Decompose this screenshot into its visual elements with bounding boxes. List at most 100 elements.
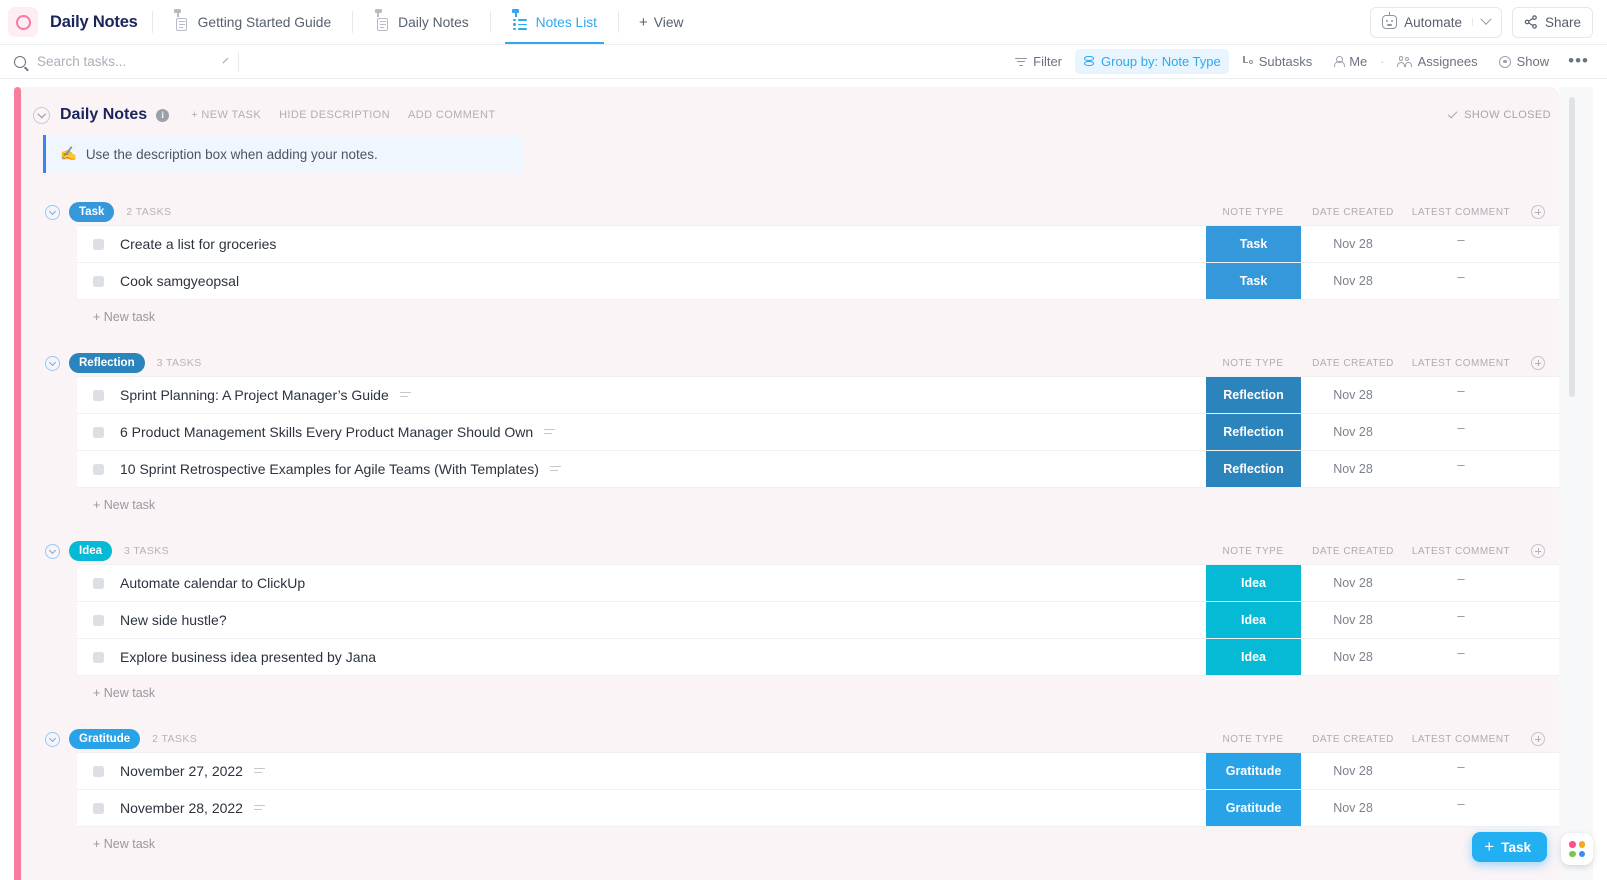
collapse-group-icon[interactable] — [45, 544, 60, 559]
automate-button[interactable]: Automate — [1370, 7, 1502, 38]
column-header-note-type[interactable]: NOTE TYPE — [1205, 734, 1301, 745]
create-task-fab[interactable]: + Task — [1472, 832, 1547, 862]
column-header-latest-comment[interactable]: LATEST COMMENT — [1405, 358, 1517, 369]
table-row[interactable]: Sprint Planning: A Project Manager’s Gui… — [77, 377, 1559, 414]
cell-date-created[interactable]: Nov 28 — [1301, 639, 1405, 675]
tab-getting-started-guide[interactable]: Getting Started Guide — [167, 0, 338, 44]
cell-date-created[interactable]: Nov 28 — [1301, 753, 1405, 789]
cell-note-type[interactable]: Reflection — [1205, 377, 1301, 413]
assignees-button[interactable]: Assignees — [1390, 49, 1486, 74]
task-name[interactable]: 6 Product Management Skills Every Produc… — [120, 424, 533, 440]
task-name[interactable]: Explore business idea presented by Jana — [120, 649, 376, 665]
add-column-icon[interactable] — [1531, 732, 1545, 746]
apps-grid-icon[interactable] — [1561, 833, 1593, 865]
info-icon[interactable]: i — [156, 109, 169, 122]
cell-date-created[interactable]: Nov 28 — [1301, 377, 1405, 413]
task-status-checkbox[interactable] — [93, 615, 104, 626]
task-name[interactable]: Cook samgyeopsal — [120, 273, 239, 289]
cell-note-type[interactable]: Reflection — [1205, 451, 1301, 487]
task-status-checkbox[interactable] — [93, 427, 104, 438]
task-name[interactable]: November 27, 2022 — [120, 763, 243, 779]
subtasks-button[interactable]: Subtasks — [1234, 49, 1320, 74]
cell-date-created[interactable]: Nov 28 — [1301, 263, 1405, 299]
task-status-checkbox[interactable] — [93, 803, 104, 814]
task-status-checkbox[interactable] — [93, 276, 104, 287]
cell-note-type[interactable]: Idea — [1205, 565, 1301, 601]
cell-note-type[interactable]: Task — [1205, 226, 1301, 262]
add-new-task-link[interactable]: + New task — [77, 676, 1559, 700]
task-name[interactable]: Automate calendar to ClickUp — [120, 575, 305, 591]
column-header-date-created[interactable]: DATE CREATED — [1301, 734, 1405, 745]
me-filter-button[interactable]: Me — [1325, 49, 1375, 74]
cell-date-created[interactable]: Nov 28 — [1301, 790, 1405, 826]
column-header-note-type[interactable]: NOTE TYPE — [1205, 207, 1301, 218]
table-row[interactable]: Explore business idea presented by Jana I… — [77, 639, 1559, 676]
cell-latest-comment[interactable]: – — [1405, 226, 1517, 262]
cell-date-created[interactable]: Nov 28 — [1301, 226, 1405, 262]
cell-latest-comment[interactable]: – — [1405, 790, 1517, 826]
task-name[interactable]: 10 Sprint Retrospective Examples for Agi… — [120, 461, 539, 477]
cell-latest-comment[interactable]: – — [1405, 602, 1517, 638]
group-name-badge[interactable]: Gratitude — [69, 729, 140, 749]
cell-latest-comment[interactable]: – — [1405, 753, 1517, 789]
add-comment-action[interactable]: ADD COMMENT — [408, 109, 496, 121]
cell-latest-comment[interactable]: – — [1405, 414, 1517, 450]
more-options-button[interactable]: ••• — [1562, 56, 1595, 66]
cell-latest-comment[interactable]: – — [1405, 263, 1517, 299]
collapse-group-icon[interactable] — [45, 205, 60, 220]
cell-latest-comment[interactable]: – — [1405, 639, 1517, 675]
task-name[interactable]: Sprint Planning: A Project Manager’s Gui… — [120, 387, 389, 403]
share-button[interactable]: Share — [1512, 7, 1593, 38]
cell-latest-comment[interactable]: – — [1405, 377, 1517, 413]
table-row[interactable]: November 28, 2022GratitudeNov 28– — [77, 790, 1559, 827]
add-new-task-link[interactable]: + New task — [77, 300, 1559, 324]
column-header-date-created[interactable]: DATE CREATED — [1301, 207, 1405, 218]
group-by-button[interactable]: Group by: Note Type — [1075, 49, 1229, 74]
add-column-icon[interactable] — [1531, 544, 1545, 558]
group-name-badge[interactable]: Idea — [69, 541, 112, 561]
task-status-checkbox[interactable] — [93, 390, 104, 401]
cell-latest-comment[interactable]: – — [1405, 565, 1517, 601]
group-name-badge[interactable]: Reflection — [69, 353, 145, 373]
search-box[interactable] — [14, 53, 226, 70]
cell-note-type[interactable]: Gratitude — [1205, 753, 1301, 789]
cell-note-type[interactable]: Gratitude — [1205, 790, 1301, 826]
new-task-action[interactable]: + NEW TASK — [191, 109, 261, 121]
task-status-checkbox[interactable] — [93, 578, 104, 589]
table-row[interactable]: 10 Sprint Retrospective Examples for Agi… — [77, 451, 1559, 488]
task-name[interactable]: New side hustle? — [120, 612, 227, 628]
table-row[interactable]: New side hustle?IdeaNov 28– — [77, 602, 1559, 639]
collapse-group-icon[interactable] — [45, 732, 60, 747]
collapse-list-icon[interactable] — [33, 107, 50, 124]
vertical-scrollbar-track[interactable] — [1559, 87, 1593, 880]
table-row[interactable]: November 27, 2022 GratitudeNov 28– — [77, 753, 1559, 790]
automate-dropdown[interactable] — [1472, 18, 1490, 26]
column-header-date-created[interactable]: DATE CREATED — [1301, 546, 1405, 557]
cell-latest-comment[interactable]: – — [1405, 451, 1517, 487]
column-header-latest-comment[interactable]: LATEST COMMENT — [1405, 207, 1517, 218]
cell-date-created[interactable]: Nov 28 — [1301, 602, 1405, 638]
table-row[interactable]: Create a list for groceriesTaskNov 28– — [77, 226, 1559, 263]
table-row[interactable]: 6 Product Management Skills Every Produc… — [77, 414, 1559, 451]
hide-description-action[interactable]: HIDE DESCRIPTION — [279, 109, 390, 121]
show-closed-toggle[interactable]: SHOW CLOSED — [1448, 109, 1551, 121]
task-status-checkbox[interactable] — [93, 239, 104, 250]
show-button[interactable]: Show — [1491, 49, 1558, 74]
add-new-task-link[interactable]: + New task — [77, 827, 1559, 851]
task-status-checkbox[interactable] — [93, 652, 104, 663]
cell-note-type[interactable]: Reflection — [1205, 414, 1301, 450]
cell-date-created[interactable]: Nov 28 — [1301, 414, 1405, 450]
column-header-note-type[interactable]: NOTE TYPE — [1205, 546, 1301, 557]
tab-daily-notes[interactable]: Daily Notes — [367, 0, 476, 44]
chevron-down-icon[interactable] — [223, 57, 229, 63]
add-new-task-link[interactable]: + New task — [77, 488, 1559, 512]
group-name-badge[interactable]: Task — [69, 202, 114, 222]
list-description-box[interactable]: ✍️ Use the description box when adding y… — [43, 135, 523, 173]
table-row[interactable]: Cook samgyeopsalTaskNov 28– — [77, 263, 1559, 300]
add-column-icon[interactable] — [1531, 356, 1545, 370]
search-input[interactable] — [35, 53, 216, 70]
column-header-date-created[interactable]: DATE CREATED — [1301, 358, 1405, 369]
column-header-note-type[interactable]: NOTE TYPE — [1205, 358, 1301, 369]
cell-note-type[interactable]: Idea — [1205, 639, 1301, 675]
task-status-checkbox[interactable] — [93, 464, 104, 475]
